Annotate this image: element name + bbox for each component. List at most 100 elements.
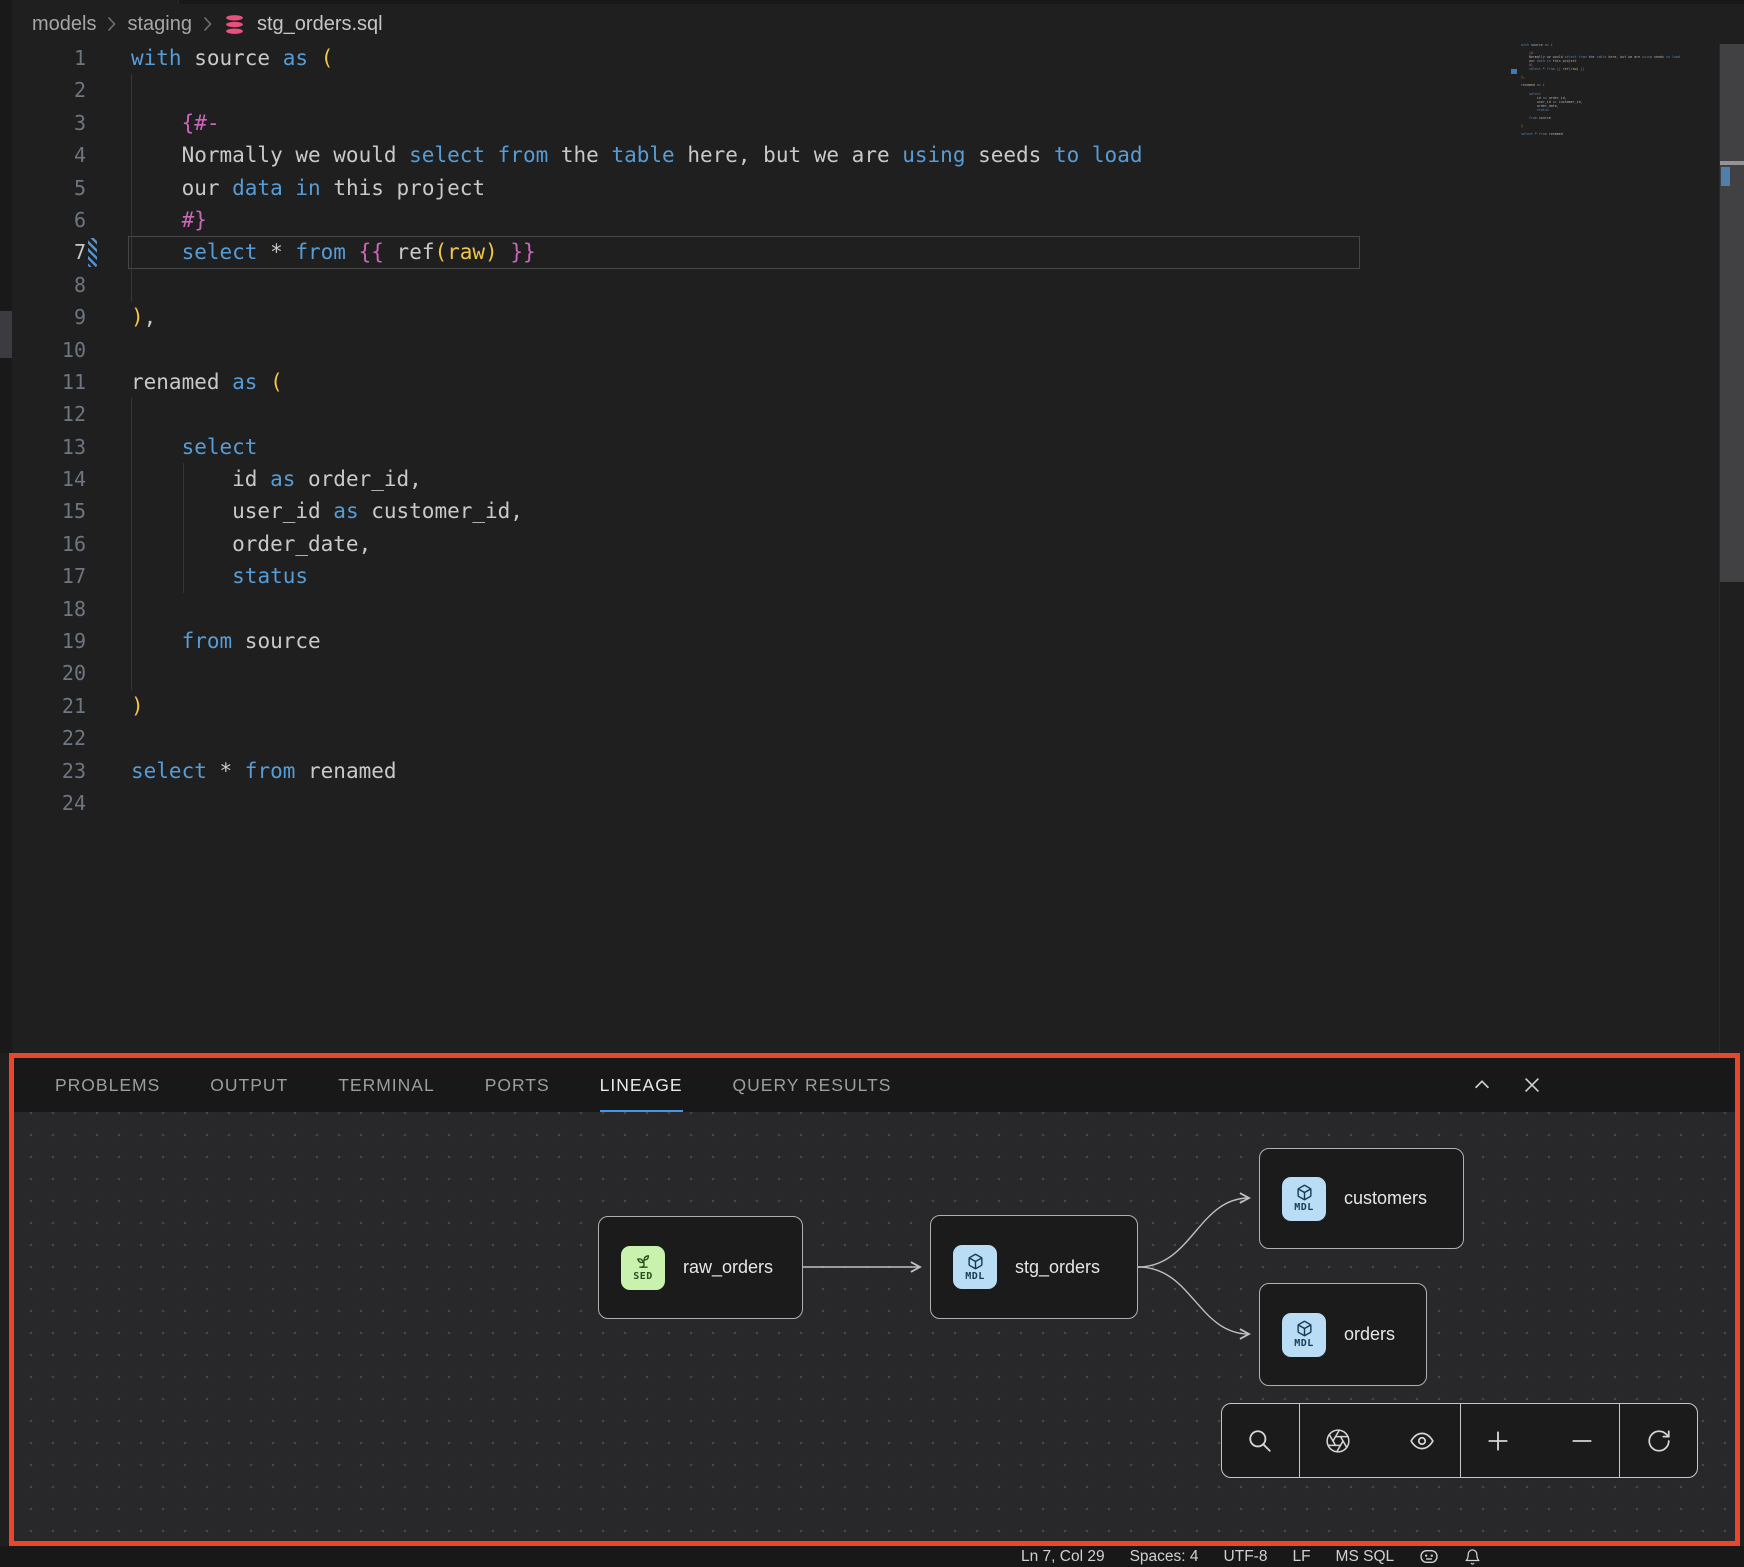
minimap-modified-marker [1511,69,1517,74]
code-text: renamed as ( [131,366,283,398]
close-panel-button[interactable] [1520,1073,1544,1097]
chevron-right-icon [107,16,116,32]
aperture-button[interactable] [1323,1426,1353,1456]
left-rail [0,0,12,1053]
line-number: 7 [0,236,86,268]
code-line[interactable]: 15 user_id as customer_id, [0,495,1500,527]
panel-tab-lineage[interactable]: LINEAGE [600,1058,683,1112]
code-text: status [131,560,308,592]
node-badge: MDL [1294,1338,1314,1349]
zoom-out-button[interactable] [1567,1426,1597,1456]
line-number: 12 [0,398,86,430]
lineage-node-orders[interactable]: MDL orders [1259,1283,1427,1386]
line-number: 20 [0,657,86,689]
lineage-node-stg-orders[interactable]: MDLstg_orders [930,1215,1138,1319]
code-line[interactable]: 21) [0,690,1500,722]
status-language-mode[interactable]: MS SQL [1336,1548,1395,1566]
code-editor[interactable]: 1with source as (23 {#-4 Normally we wou… [0,42,1500,819]
collapse-panel-button[interactable] [1470,1073,1494,1097]
aperture-icon [1325,1428,1351,1454]
seedling-icon: SED [621,1246,665,1290]
code-line[interactable]: 3 {#- [0,107,1500,139]
code-line[interactable]: 19 from source [0,625,1500,657]
panel-tab-terminal[interactable]: TERMINAL [338,1058,434,1112]
code-line[interactable]: 22 [0,722,1500,754]
line-number: 22 [0,722,86,754]
line-number: 15 [0,495,86,527]
code-text: id as order_id, [131,463,422,495]
breadcrumb-item-staging[interactable]: staging [127,13,192,36]
toolbar-section [1222,1404,1299,1477]
breadcrumb-item-models[interactable]: models [32,13,96,36]
code-text: our data in this project [131,172,485,204]
lineage-node-raw-orders[interactable]: SEDraw_orders [598,1216,803,1319]
code-line[interactable]: 20 [0,657,1500,689]
lineage-canvas[interactable]: SEDraw_ordersMDLstg_ordersMDLcustomersMD… [14,1112,1735,1541]
code-line[interactable]: 1with source as ( [0,42,1500,74]
code-line[interactable]: 4 Normally we would select from the tabl… [0,139,1500,171]
copilot-icon[interactable] [1419,1548,1439,1565]
panel-tab-query-results[interactable]: QUERY RESULTS [733,1058,892,1112]
code-line[interactable]: 2 [0,74,1500,106]
line-number: 14 [0,463,86,495]
code-line[interactable]: 17 status [0,560,1500,592]
status-eol-sequence[interactable]: LF [1292,1548,1310,1566]
line-number: 13 [0,431,86,463]
node-badge: SED [633,1271,653,1282]
status-encoding[interactable]: UTF-8 [1224,1548,1268,1566]
line-number: 17 [0,560,86,592]
panel-tab-ports[interactable]: PORTS [485,1058,550,1112]
line-number: 6 [0,204,86,236]
panel-tab-problems[interactable]: PROBLEMS [55,1058,160,1112]
code-text: select * from renamed [131,755,397,787]
toolbar-section [1460,1404,1620,1477]
refresh-button[interactable] [1644,1426,1674,1456]
code-text: user_id as customer_id, [131,495,523,527]
minimap[interactable]: with source as ( {#- Normally we would s… [1521,43,1703,140]
toolbar-section [1299,1404,1460,1477]
lineage-node-customers[interactable]: MDL customers [1259,1148,1464,1249]
code-line[interactable]: 10 [0,334,1500,366]
code-line[interactable]: 7 select * from {{ ref(raw) }} [0,236,1500,268]
code-line[interactable]: 23select * from renamed [0,755,1500,787]
code-line[interactable]: 6 #} [0,204,1500,236]
code-line[interactable]: 13 select [0,431,1500,463]
overview-ruler-modified-marker [1721,167,1730,186]
line-number: 18 [0,593,86,625]
node-label: customers [1344,1188,1427,1209]
code-line[interactable]: 11 renamed as ( [0,366,1500,398]
line-number: 16 [0,528,86,560]
code-line[interactable]: 9), [0,301,1500,333]
eye-button[interactable] [1407,1426,1437,1456]
zoom-in-button[interactable] [1483,1426,1513,1456]
search-button[interactable] [1245,1426,1275,1456]
node-badge: MDL [965,1271,985,1282]
bottom-panel: PROBLEMS OUTPUT TERMINAL PORTS LINEAGE QUERY … [9,1053,1740,1546]
node-badge: MDL [1294,1202,1314,1213]
line-number: 5 [0,172,86,204]
code-line[interactable]: 14 id as order_id, [0,463,1500,495]
line-number: 11 [0,366,86,398]
code-line[interactable]: 5 our data in this project [0,172,1500,204]
vscode-window: models staging stg_orders.sql 1with sour… [0,0,1744,1567]
scrollbar[interactable] [1720,44,1744,582]
status-indentation[interactable]: Spaces: 4 [1130,1548,1199,1566]
code-line[interactable]: 12 [0,398,1500,430]
line-number: 3 [0,107,86,139]
code-line[interactable]: 24 [0,787,1500,819]
chevron-up-icon [1471,1074,1493,1096]
code-text: select * from {{ ref(raw) }} [131,236,536,268]
panel-tab-output[interactable]: OUTPUT [210,1058,288,1112]
code-line[interactable]: 8 [0,269,1500,301]
node-label: orders [1344,1324,1395,1345]
status-cursor-position[interactable]: Ln 7, Col 29 [1021,1548,1105,1566]
edge-stg-orders-to-orders [1138,1267,1249,1334]
bell-icon[interactable] [1464,1548,1481,1566]
cube-icon: MDL [953,1245,997,1289]
database-icon [223,13,246,36]
sidebar-drag-handle[interactable] [0,311,12,358]
cube-icon: MDL [1282,1313,1326,1357]
breadcrumb-file[interactable]: stg_orders.sql [257,13,383,36]
code-line[interactable]: 18 [0,593,1500,625]
code-line[interactable]: 16 order_date, [0,528,1500,560]
